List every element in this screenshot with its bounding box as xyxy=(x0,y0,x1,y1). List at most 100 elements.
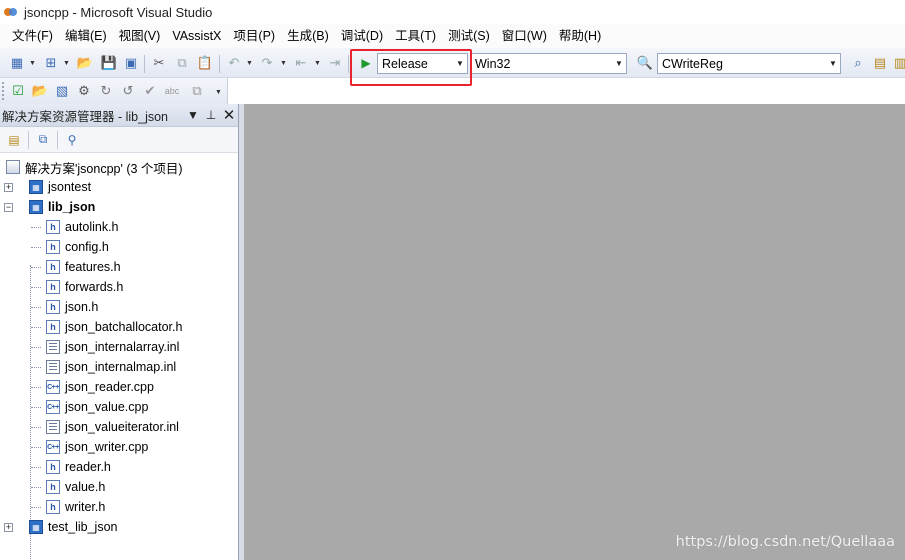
build-toolbar: ☑ 📂 ▧ ⚙ ↻ ↺ ✔ abc ⧉ ▼ xyxy=(0,78,228,104)
copy-icon[interactable]: ⧉ xyxy=(188,82,206,100)
add-item-icon[interactable]: ⊞ xyxy=(42,54,60,72)
file-label: config.h xyxy=(65,240,109,254)
undo-icon[interactable]: ↶ xyxy=(225,54,243,72)
menu-test[interactable]: 测试(S) xyxy=(442,24,496,48)
menu-bar: 文件(F) 编辑(E) 视图(V) VAssistX 项目(P) 生成(B) 调… xyxy=(0,24,905,48)
collapse-icon[interactable]: − xyxy=(4,202,13,212)
tree-project-lib-json[interactable]: − ▦ lib_json xyxy=(0,197,238,217)
solution-tree: 解决方案'jsoncpp' (3 个项目) + ▦ jsontest − ▦ l… xyxy=(0,153,238,559)
menu-window[interactable]: 窗口(W) xyxy=(496,24,553,48)
save-all-icon[interactable]: ▣ xyxy=(122,54,140,72)
tree-project-jsontest[interactable]: + ▦ jsontest xyxy=(0,177,238,197)
solution-explorer-icon[interactable]: ▤ xyxy=(871,54,889,72)
menu-vassistx[interactable]: VAssistX xyxy=(166,24,227,48)
properties-icon[interactable]: ▤ xyxy=(3,130,25,150)
file-label: json_valueiterator.inl xyxy=(65,420,179,434)
solution-label: 解决方案'jsoncpp' (3 个项目) xyxy=(25,161,183,176)
menu-debug[interactable]: 调试(D) xyxy=(335,24,389,48)
editor-area[interactable] xyxy=(244,104,905,560)
file-list: h autolink.h h config.h h features.h h forwards… xyxy=(0,217,238,517)
tree-file-item[interactable]: h json_batchallocator.h xyxy=(0,317,238,337)
menu-project[interactable]: 项目(P) xyxy=(227,24,281,48)
navigate-dropdown-icon[interactable]: ▼ xyxy=(314,60,321,67)
project-icon: ▦ xyxy=(29,520,43,534)
refresh-icon[interactable]: ↻ xyxy=(97,82,115,100)
tree-file-item[interactable]: json_internalmap.inl xyxy=(0,357,238,377)
menu-view[interactable]: 视图(V) xyxy=(113,24,167,48)
check-icon[interactable]: ✔ xyxy=(141,82,159,100)
tree-solution-node[interactable]: 解决方案'jsoncpp' (3 个项目) xyxy=(0,157,238,177)
add-item-dropdown-icon[interactable]: ▼ xyxy=(63,60,70,67)
save-icon[interactable]: 💾 xyxy=(100,54,118,72)
menu-help[interactable]: 帮助(H) xyxy=(553,24,607,48)
project-icon: ▦ xyxy=(29,200,43,214)
cut-icon[interactable]: ✂ xyxy=(150,54,168,72)
chevron-down-icon[interactable]: ▼ xyxy=(184,108,202,122)
checked-out-icon[interactable]: ☑ xyxy=(9,82,27,100)
tree-file-item[interactable]: h value.h xyxy=(0,477,238,497)
properties-icon[interactable]: ▥ xyxy=(891,54,905,72)
inline-file-icon xyxy=(46,360,60,374)
copy-icon[interactable]: ⧉ xyxy=(173,54,191,72)
inline-file-icon xyxy=(46,420,60,434)
header-file-icon: h xyxy=(46,240,60,254)
release-highlight-box xyxy=(350,49,472,86)
show-all-files-icon[interactable]: ⧉ xyxy=(32,130,54,150)
compile-icon[interactable]: ⚙ xyxy=(75,82,93,100)
reload-icon[interactable]: ↺ xyxy=(119,82,137,100)
find-icon[interactable]: ⌕ xyxy=(849,54,867,72)
file-label: json_batchallocator.h xyxy=(65,320,183,334)
navigate-forward-icon[interactable]: ⇥ xyxy=(326,54,344,72)
project-label: lib_json xyxy=(48,200,96,214)
title-bar: jsoncpp - Microsoft Visual Studio xyxy=(0,0,905,24)
undo-dropdown-icon[interactable]: ▼ xyxy=(246,60,253,67)
tree-file-item[interactable]: C++ json_value.cpp xyxy=(0,397,238,417)
spell-check-icon[interactable]: abc xyxy=(163,82,181,100)
tree-file-item[interactable]: json_internalarray.inl xyxy=(0,337,238,357)
expand-icon[interactable]: + xyxy=(4,522,13,532)
chevron-down-icon[interactable]: ▼ xyxy=(612,54,626,73)
new-project-dropdown-icon[interactable]: ▼ xyxy=(29,60,36,67)
solution-explorer-panel: 解决方案资源管理器 - lib_json ▼ ⊥ ✕ ▤ ⧉ ⚲ 解决方案'js… xyxy=(0,104,239,560)
tree-project-test-lib-json[interactable]: + ▦ test_lib_json xyxy=(0,517,238,537)
tree-file-item[interactable]: h forwards.h xyxy=(0,277,238,297)
tree-file-item[interactable]: h writer.h xyxy=(0,497,238,517)
paste-icon[interactable]: 📋 xyxy=(196,54,214,72)
toolbar-overflow-icon[interactable]: ▼ xyxy=(215,89,222,96)
menu-build[interactable]: 生成(B) xyxy=(281,24,335,48)
project-icon: ▦ xyxy=(29,180,43,194)
pin-icon[interactable]: ⊥ xyxy=(202,108,220,122)
redo-icon[interactable]: ↷ xyxy=(258,54,276,72)
chevron-down-icon[interactable]: ▼ xyxy=(826,54,840,73)
menu-tools[interactable]: 工具(T) xyxy=(389,24,442,48)
header-file-icon: h xyxy=(46,300,60,314)
tree-file-item[interactable]: json_valueiterator.inl xyxy=(0,417,238,437)
tree-file-item[interactable]: h features.h xyxy=(0,257,238,277)
close-icon[interactable]: ✕ xyxy=(220,106,238,124)
new-project-icon[interactable]: ▦ xyxy=(8,54,26,72)
open-folder-icon[interactable]: 📂 xyxy=(76,54,94,72)
expand-icon[interactable]: + xyxy=(4,182,13,192)
find-combo[interactable]: CWriteReg ▼ xyxy=(657,53,841,74)
find-in-files-icon[interactable]: 🔍 xyxy=(636,54,654,72)
tree-file-item[interactable]: h config.h xyxy=(0,237,238,257)
menu-file[interactable]: 文件(F) xyxy=(6,24,59,48)
tree-file-item[interactable]: h reader.h xyxy=(0,457,238,477)
tree-file-item[interactable]: C++ json_writer.cpp xyxy=(0,437,238,457)
inline-file-icon xyxy=(46,340,60,354)
build-icon[interactable]: ▧ xyxy=(53,82,71,100)
redo-dropdown-icon[interactable]: ▼ xyxy=(280,60,287,67)
menu-edit[interactable]: 编辑(E) xyxy=(59,24,113,48)
file-label: writer.h xyxy=(65,500,106,514)
tree-file-item[interactable]: C++ json_reader.cpp xyxy=(0,377,238,397)
tree-file-item[interactable]: h json.h xyxy=(0,297,238,317)
solution-platform-combo[interactable]: Win32 ▼ xyxy=(470,53,627,74)
open-icon[interactable]: 📂 xyxy=(31,82,49,100)
class-diagram-icon[interactable]: ⚲ xyxy=(61,130,83,150)
find-combo-value: CWriteReg xyxy=(662,56,723,71)
file-label: features.h xyxy=(65,260,121,274)
header-file-icon: h xyxy=(46,280,60,294)
navigate-backward-icon[interactable]: ⇤ xyxy=(292,54,310,72)
file-label: autolink.h xyxy=(65,220,119,234)
tree-file-item[interactable]: h autolink.h xyxy=(0,217,238,237)
